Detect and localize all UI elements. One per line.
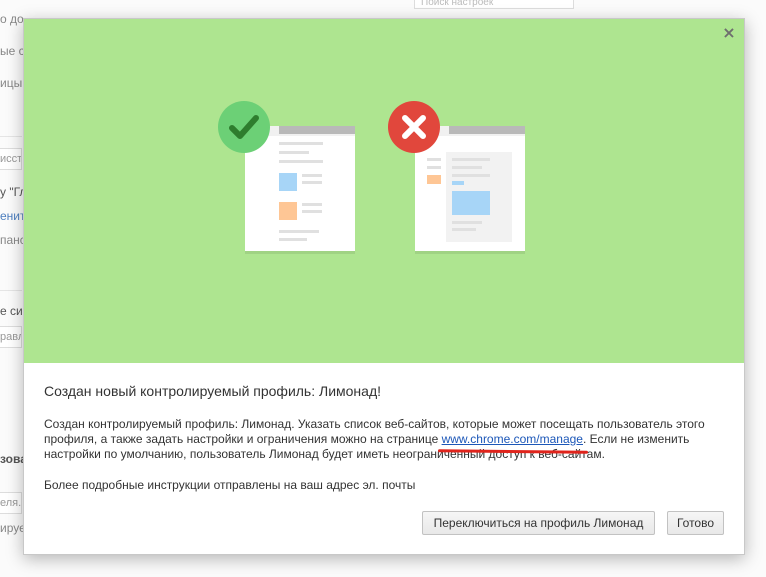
divider [0, 290, 22, 291]
browser-tab [449, 126, 525, 134]
background-text: ицы [0, 76, 23, 90]
background-text: панс [0, 233, 26, 247]
divider [0, 136, 22, 137]
dialog-message: Создан контролируемый профиль: Лимонад. … [44, 417, 734, 462]
text-line [279, 230, 319, 233]
email-note: Более подробные инструкции отправлены на… [44, 478, 416, 492]
text-line [452, 228, 476, 231]
text-line [279, 151, 309, 154]
text-line [302, 210, 322, 213]
text-line [279, 142, 323, 145]
background-text: еля... [0, 497, 22, 509]
text-line [279, 160, 323, 163]
background-button[interactable]: еля... [0, 492, 22, 514]
close-icon[interactable]: × [722, 25, 736, 41]
text-line [427, 158, 441, 161]
background-text: равл [0, 331, 22, 343]
done-button[interactable]: Готово [667, 511, 724, 535]
text-line [302, 203, 322, 206]
image-placeholder [452, 191, 490, 215]
dialog-title: Создан новый контролируемый профиль: Лим… [44, 383, 382, 399]
text-line [452, 166, 482, 169]
text-line [302, 181, 322, 184]
text-line [452, 174, 490, 177]
illustration-banner: × [24, 19, 744, 363]
manage-link[interactable]: www.chrome.com/manage [442, 432, 583, 446]
browser-tab [279, 126, 355, 134]
text-line [452, 158, 490, 161]
checkmark-icon [218, 101, 270, 153]
background-button[interactable]: исста [0, 148, 22, 170]
text-line [302, 174, 322, 177]
text-line [427, 166, 441, 169]
cross-icon [388, 101, 440, 153]
settings-search-input[interactable]: Поиск настроек [414, 0, 574, 9]
background-button[interactable]: равл [0, 326, 22, 348]
switch-profile-button[interactable]: Переключиться на профиль Лимонад [422, 511, 655, 535]
supervised-user-created-dialog: × Создан новый контролируемый профиль: Л… [23, 18, 745, 555]
background-text: ые с [0, 44, 25, 58]
image-placeholder [279, 202, 297, 220]
image-placeholder [279, 173, 297, 191]
background-text: исста [0, 153, 22, 165]
image-placeholder [427, 175, 441, 184]
text-line [452, 221, 482, 224]
background-text: о до [0, 12, 24, 26]
image-placeholder [452, 181, 464, 185]
text-line [279, 238, 307, 241]
